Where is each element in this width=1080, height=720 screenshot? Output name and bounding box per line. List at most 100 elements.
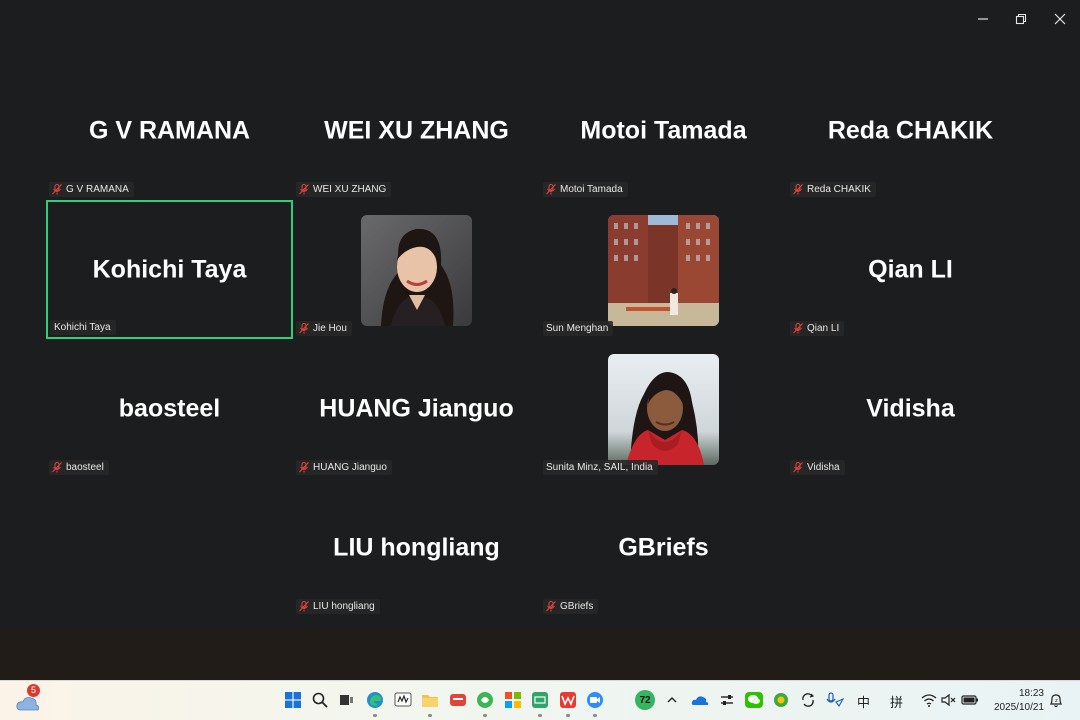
- muted-mic-icon: [299, 601, 309, 612]
- video-gallery: G V RAMANA G V RAMANA WEI XU ZHANG WEI X…: [0, 44, 1080, 628]
- taskbar-app-grid[interactable]: [503, 690, 523, 710]
- tray-green-app[interactable]: [771, 690, 791, 710]
- taskbar-app-explorer[interactable]: [420, 690, 440, 710]
- taskbar: 5 72 中 拼 18:23 2025/10/21 z: [0, 680, 1080, 720]
- muted-mic-icon: [52, 462, 62, 473]
- muted-mic-icon: [52, 184, 62, 195]
- running-indicator: [483, 714, 487, 717]
- restore-icon: [1015, 13, 1027, 25]
- search-button[interactable]: [310, 690, 330, 710]
- participant-tile[interactable]: Sun Menghan: [540, 200, 787, 339]
- participant-name-tag: Motoi Tamada: [543, 182, 628, 197]
- participant-name: GBriefs: [560, 601, 594, 612]
- taskbar-app-red[interactable]: [448, 690, 468, 710]
- participant-big-name: G V RAMANA: [88, 116, 251, 144]
- monitor-app-icon: [394, 692, 412, 707]
- participant-big-name: baosteel: [118, 394, 221, 422]
- wps-office-icon: [560, 692, 576, 708]
- participant-name-tag: GBriefs: [543, 599, 599, 614]
- clock-time: 18:23: [1018, 688, 1044, 699]
- sliders-icon: [721, 695, 733, 705]
- taskbar-app-edge[interactable]: [365, 690, 385, 710]
- task-view-button[interactable]: [337, 690, 357, 710]
- participant-tile[interactable]: HUANG Jianguo HUANG Jianguo: [293, 339, 540, 478]
- tray-settings[interactable]: [717, 690, 737, 710]
- tray-microphone[interactable]: [825, 690, 845, 710]
- red-app-icon: [450, 694, 466, 706]
- taskbar-app-wps[interactable]: [558, 690, 578, 710]
- tray-sync[interactable]: [798, 690, 818, 710]
- participant-tile[interactable]: baosteel baosteel: [46, 339, 293, 478]
- participant-tile[interactable]: LIU hongliang LIU hongliang: [293, 478, 540, 617]
- participant-video: [608, 215, 719, 326]
- participant-tile[interactable]: Qian LI Qian LI: [787, 200, 1034, 339]
- participant-tile-active-speaker[interactable]: Kohichi Taya Kohichi Taya: [46, 200, 293, 339]
- taskbar-app-green-square[interactable]: [530, 690, 550, 710]
- muted-mic-icon: [793, 462, 803, 473]
- building-photo-image: [608, 215, 719, 326]
- minimize-button[interactable]: [972, 8, 994, 30]
- participant-tile[interactable]: G V RAMANA G V RAMANA: [46, 61, 293, 200]
- show-hidden-icons-button[interactable]: [662, 690, 682, 710]
- participant-name-tag: Sun Menghan: [543, 321, 614, 336]
- running-indicator: [538, 714, 542, 717]
- participant-name-tag: Vidisha: [790, 460, 845, 475]
- participant-tile[interactable]: WEI XU ZHANG WEI XU ZHANG: [293, 61, 540, 200]
- participant-tile[interactable]: Reda CHAKIK Reda CHAKIK: [787, 61, 1034, 200]
- onedrive-cloud-icon: [691, 696, 709, 705]
- tray-wifi[interactable]: [919, 690, 939, 710]
- wechat-icon: [745, 692, 763, 708]
- tray-battery[interactable]: [960, 690, 980, 710]
- participant-tile[interactable]: Motoi Tamada Motoi Tamada: [540, 61, 787, 200]
- participant-name-tag: Kohichi Taya: [50, 320, 116, 335]
- participant-name-tag: Jie Hou: [296, 321, 352, 336]
- participant-name-tag: Reda CHAKIK: [790, 182, 876, 197]
- participant-name-tag: Qian LI: [790, 321, 845, 336]
- tray-app-72[interactable]: 72: [634, 690, 656, 710]
- taskbar-app-green[interactable]: [475, 690, 495, 710]
- portrait-woman-image: [361, 215, 472, 326]
- green-browser-icon: [477, 692, 493, 708]
- restore-button[interactable]: [1010, 8, 1032, 30]
- system-clock[interactable]: 18:23 2025/10/21: [994, 687, 1044, 715]
- title-bar: [0, 0, 1080, 44]
- wifi-icon: [921, 694, 937, 707]
- folder-icon: [422, 695, 438, 707]
- chevron-up-icon: [667, 697, 677, 703]
- tray-onedrive[interactable]: [690, 690, 710, 710]
- participant-video: [608, 354, 719, 465]
- svg-text:z: z: [1055, 698, 1058, 704]
- start-button[interactable]: [283, 690, 303, 710]
- participant-video: [361, 215, 472, 326]
- weather-widget[interactable]: 5: [16, 684, 40, 713]
- taskbar-app-monitor[interactable]: [393, 690, 413, 710]
- participant-name: G V RAMANA: [66, 184, 129, 195]
- participant-name: Kohichi Taya: [54, 322, 111, 333]
- running-indicator: [593, 714, 597, 717]
- taskbar-app-zoom[interactable]: [585, 690, 605, 710]
- participant-big-name: HUANG Jianguo: [319, 394, 514, 422]
- participant-name: Jie Hou: [313, 323, 347, 334]
- notifications-button[interactable]: z: [1046, 690, 1066, 710]
- participant-tile[interactable]: GBriefs GBriefs: [540, 478, 787, 617]
- muted-mic-icon: [299, 462, 309, 473]
- search-icon: [312, 692, 328, 708]
- tray-volume[interactable]: [939, 690, 959, 710]
- participant-tile[interactable]: Jie Hou: [293, 200, 540, 339]
- battery-charging-icon: [961, 695, 978, 705]
- participant-tile[interactable]: Sunita Minz, SAIL, India: [540, 339, 787, 478]
- participant-big-name: Vidisha: [866, 394, 955, 422]
- ime-mode-indicator[interactable]: 拼: [890, 692, 903, 711]
- microphone-send-icon: [826, 692, 844, 707]
- participant-big-name: LIU hongliang: [333, 533, 500, 561]
- participant-tile[interactable]: Vidisha Vidisha: [787, 339, 1034, 478]
- ime-language-indicator[interactable]: 中: [857, 692, 870, 711]
- close-button[interactable]: [1049, 8, 1071, 30]
- participant-name: Sunita Minz, SAIL, India: [546, 462, 653, 473]
- participant-name: Reda CHAKIK: [807, 184, 871, 195]
- muted-mic-icon: [546, 601, 556, 612]
- tray-wechat[interactable]: [744, 690, 764, 710]
- weather-badge: 5: [27, 684, 40, 697]
- participant-big-name: GBriefs: [618, 533, 709, 561]
- participant-name: Motoi Tamada: [560, 184, 623, 195]
